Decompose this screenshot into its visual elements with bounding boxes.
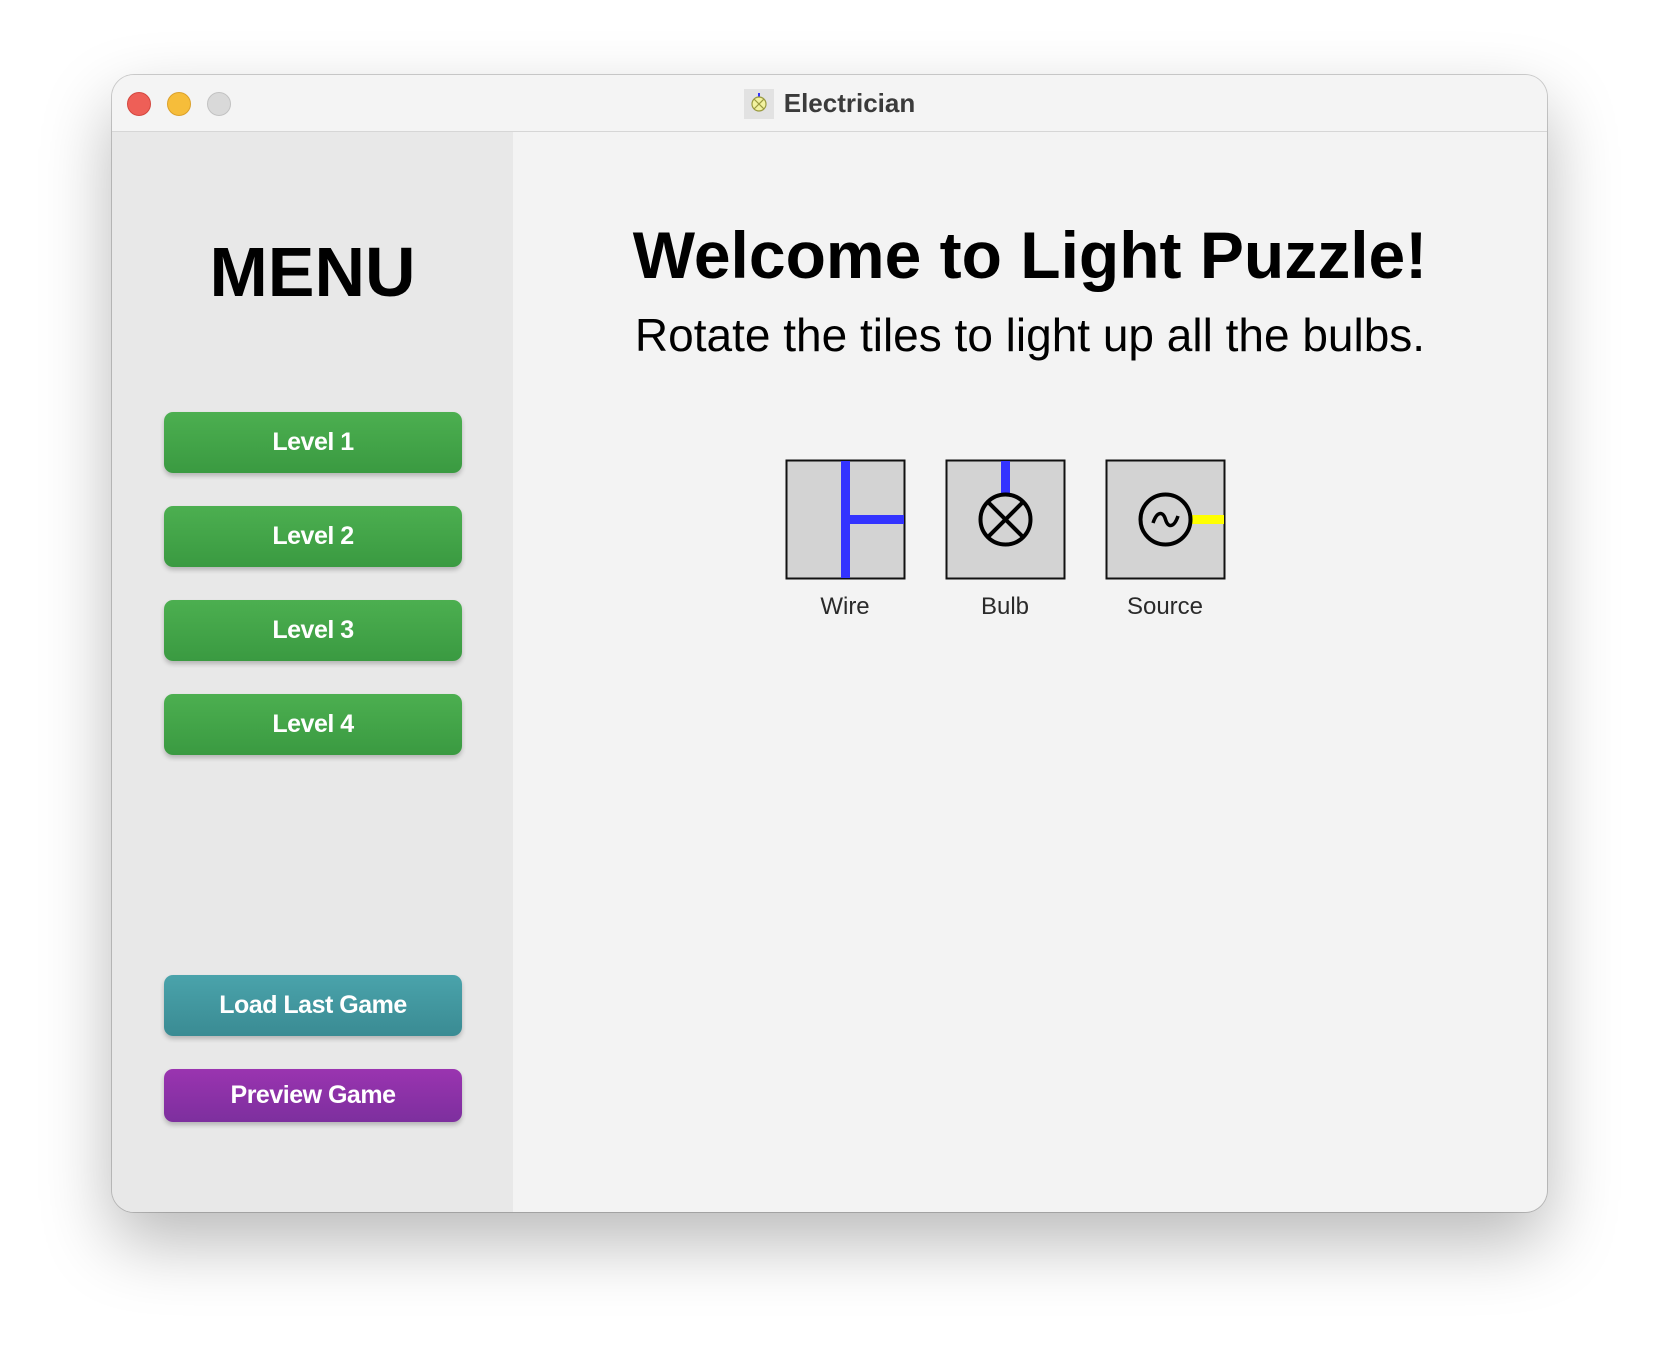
preview-game-button[interactable]: Preview Game — [164, 1069, 462, 1122]
app-window: Electrician MENU Level 1 Level 2 Level 3… — [112, 75, 1547, 1212]
instructions-text: Rotate the tiles to light up all the bul… — [634, 309, 1426, 361]
app-bulb-icon — [743, 88, 774, 119]
source-tile-icon — [1105, 459, 1226, 580]
level-1-button[interactable]: Level 1 — [164, 412, 462, 473]
level-4-button[interactable]: Level 4 — [164, 694, 462, 755]
wire-tile-icon — [785, 459, 906, 580]
title-bar[interactable]: Electrician — [112, 75, 1547, 132]
menu-sidebar: MENU Level 1 Level 2 Level 3 Level 4 Loa… — [112, 132, 513, 1212]
welcome-title: Welcome to Light Puzzle! — [632, 218, 1428, 292]
wire-label: Wire — [820, 593, 870, 620]
menu-heading: MENU — [209, 233, 416, 311]
window-title: Electrician — [783, 88, 916, 118]
bulb-label: Bulb — [980, 593, 1030, 620]
load-last-game-button[interactable]: Load Last Game — [164, 975, 462, 1036]
level-2-button[interactable]: Level 2 — [164, 506, 462, 567]
bulb-tile-icon — [945, 459, 1066, 580]
level-3-button[interactable]: Level 3 — [164, 600, 462, 661]
main-content: Welcome to Light Puzzle! Rotate the tile… — [513, 132, 1547, 1212]
source-label: Source — [1126, 593, 1204, 620]
